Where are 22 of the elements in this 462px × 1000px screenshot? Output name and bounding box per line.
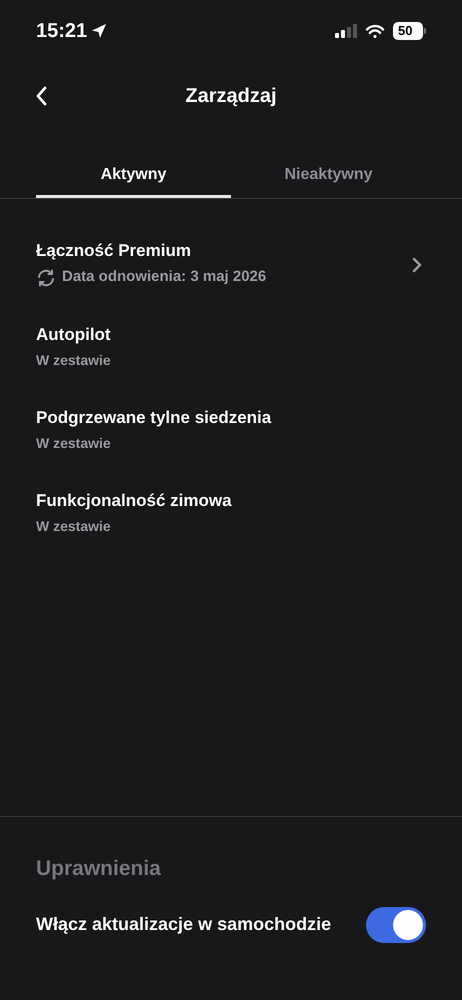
toggle-switch[interactable] <box>366 906 426 942</box>
back-icon <box>36 86 48 106</box>
status-time: 15:21 <box>36 19 88 44</box>
section-heading: Uprawnienia <box>36 856 162 882</box>
tab[interactable]: Nieaktywny <box>231 130 426 198</box>
chevron-right-icon[interactable] <box>412 256 422 272</box>
refresh-icon <box>36 268 56 287</box>
tab[interactable]: Aktywny <box>36 130 231 198</box>
feature-subtitle: Data odnowienia: 3 maj 2026 <box>62 267 266 288</box>
feature-subtitle: W zestawie <box>36 434 111 454</box>
setting-label: Włącz aktualizacje w samochodzie <box>36 913 332 936</box>
feature-title: Funkcjonalność zimowa <box>36 490 233 512</box>
feature-subtitle: W zestawie <box>36 517 111 536</box>
battery-indicator: 50 <box>393 22 423 40</box>
feature-subtitle: W zestawie <box>36 351 111 370</box>
wifi-icon <box>365 24 385 38</box>
signal-icon <box>335 24 357 38</box>
location-arrow-icon <box>91 23 108 39</box>
feature-title: Podgrzewane tylne siedzenia <box>36 406 272 428</box>
page-title: Zarządzaj <box>185 84 277 109</box>
feature-title: Autopilot <box>36 324 112 346</box>
feature-title: Łączność Premium <box>36 240 192 262</box>
